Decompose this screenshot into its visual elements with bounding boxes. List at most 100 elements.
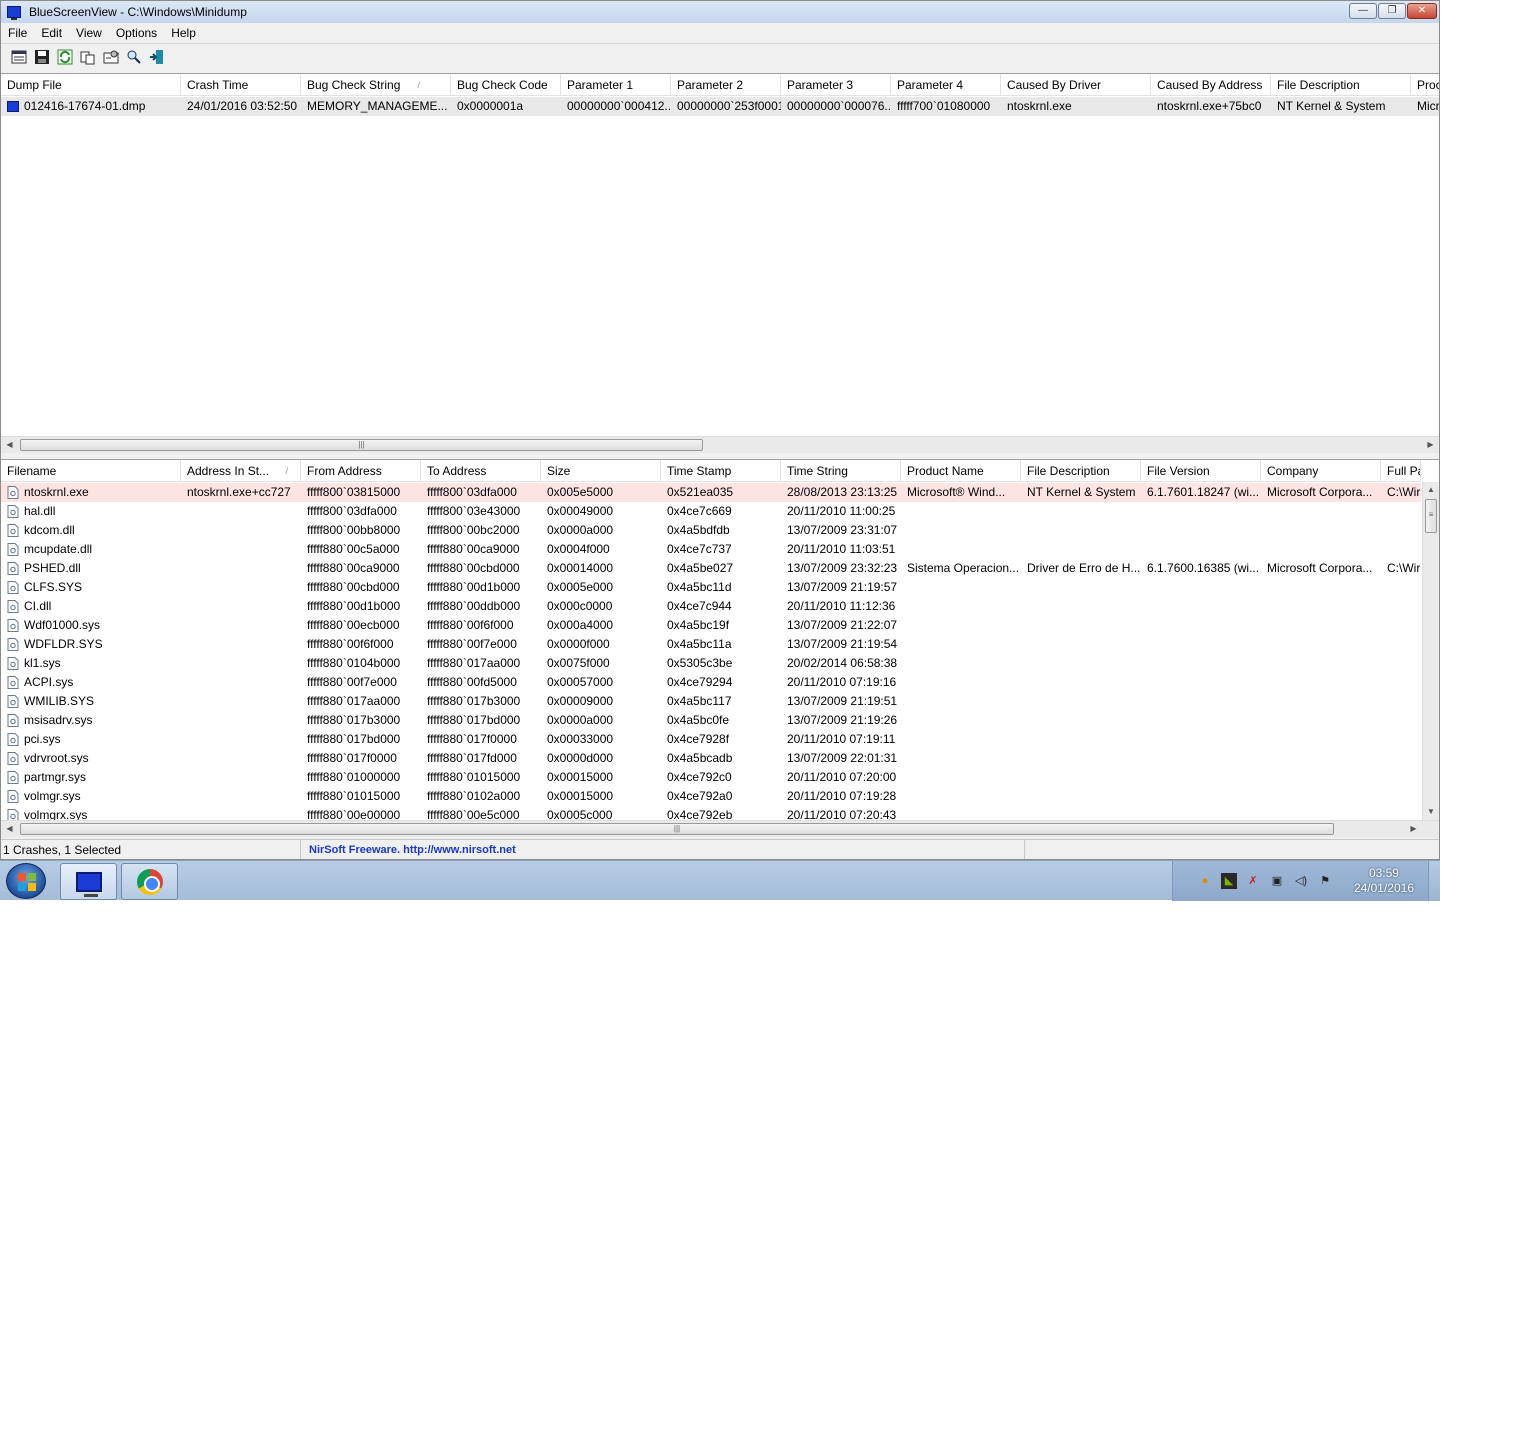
table-row[interactable]: msisadrv.sys fffff880`017b3000 fffff880`01… [1,711,1421,730]
table-row[interactable]: CI.dll fffff880`00d1b000 fffff880`00ddb000… [1,597,1421,616]
cell-file-version [1141,502,1261,521]
taskbar: ● ◣ ✗ ▣ ◁) ⚑ 03:59 24/01/2016 [0,860,1440,901]
column-header-parameter-2[interactable]: Parameter 2 [671,74,781,96]
column-header-parameter-1[interactable]: Parameter 1 [561,74,671,96]
scroll-thumb[interactable]: ≡ [1425,499,1437,533]
table-row[interactable]: ACPI.sys fffff880`00f7e000 fffff880`00fd50… [1,673,1421,692]
cell-file-description: NT Kernel & System [1277,99,1386,113]
column-header-time-string[interactable]: Time String [781,460,901,482]
table-row[interactable]: mcupdate.dll fffff880`00c5a000 fffff880`00… [1,540,1421,559]
table-row[interactable]: partmgr.sys fffff880`01000000 fffff880`010… [1,768,1421,787]
action-center-flag-icon[interactable]: ⚑ [1317,873,1333,889]
table-row[interactable]: WMILIB.SYS fffff880`017aa000 fffff880`017b… [1,692,1421,711]
cell-file-description [1021,768,1141,787]
column-header-filename[interactable]: Filename [1,460,181,482]
cell-full-path: C:\Wir [1387,485,1421,499]
upper-horizontal-scrollbar[interactable]: ◀ ||| ▶ [1,436,1439,453]
cell-size: 0x0000a000 [547,713,614,727]
show-desktop-button[interactable] [1428,861,1440,901]
column-header-file-description[interactable]: File Description [1021,460,1141,482]
cell-file-version [1141,654,1261,673]
bluescreenview-app-icon[interactable] [7,6,21,20]
table-row[interactable]: vdrvroot.sys fffff880`017f0000 fffff880`01… [1,749,1421,768]
column-header-full-path[interactable]: Full Pa [1381,460,1421,482]
scroll-right-icon[interactable]: ▶ [1422,437,1439,453]
column-header-product[interactable]: Proc [1411,74,1439,96]
save-button[interactable] [32,47,51,66]
cell-size: 0x00014000 [547,561,614,575]
table-row[interactable]: Wdf01000.sys fffff880`00ecb000 fffff880`00… [1,616,1421,635]
column-header-parameter-4[interactable]: Parameter 4 [891,74,1001,96]
driver-module-list[interactable]: Filename Address In St... / From Address … [1,459,1439,837]
table-row[interactable]: pci.sys fffff880`017bd000 fffff880`017f000… [1,730,1421,749]
table-row[interactable]: kl1.sys fffff880`0104b000 fffff880`017aa00… [1,654,1421,673]
cell-time-stamp: 0x4a5bc11d [667,580,732,594]
minimize-button[interactable]: — [1349,3,1377,19]
cell-file-version [1141,711,1261,730]
column-header-product-name[interactable]: Product Name [901,460,1021,482]
media-player-icon[interactable]: ● [1197,873,1213,889]
properties-button[interactable] [9,47,28,66]
scroll-right-icon[interactable]: ▶ [1405,821,1422,837]
column-header-file-version[interactable]: File Version [1141,460,1261,482]
maximize-button[interactable]: ❐ [1378,3,1406,19]
scroll-up-icon[interactable]: ▲ [1423,482,1439,498]
table-row[interactable]: kdcom.dll fffff800`00bb8000 fffff800`00bc2… [1,521,1421,540]
column-header-caused-by-driver[interactable]: Caused By Driver [1001,74,1151,96]
menu-options[interactable]: Options [109,26,164,40]
nvidia-icon[interactable]: ◣ [1221,873,1237,889]
table-row[interactable]: WDFLDR.SYS fffff880`00f6f000 fffff880`00f7… [1,635,1421,654]
table-row[interactable]: volmgr.sys fffff880`01015000 fffff880`0102… [1,787,1421,806]
kaspersky-icon[interactable]: ✗ [1245,873,1261,889]
column-header-time-stamp[interactable]: Time Stamp [661,460,781,482]
scroll-thumb[interactable]: ||| [20,823,1334,835]
lower-vertical-scrollbar[interactable]: ▲ ≡ ▼ [1422,482,1439,820]
taskbar-chrome[interactable] [121,863,178,900]
scroll-down-icon[interactable]: ▼ [1423,804,1439,820]
advanced-options-button[interactable] [101,47,120,66]
column-header-address-in-stack[interactable]: Address In St... / [181,460,301,482]
copy-button[interactable] [78,47,97,66]
column-header-parameter-3[interactable]: Parameter 3 [781,74,891,96]
cell-from-address: fffff880`00c5a000 [307,542,400,556]
network-icon[interactable]: ▣ [1269,873,1285,889]
column-header-company[interactable]: Company [1261,460,1381,482]
nirsoft-link[interactable]: NirSoft Freeware. http://www.nirsoft.net [301,839,1025,859]
scroll-left-icon[interactable]: ◀ [1,437,18,453]
column-header-dump-file[interactable]: Dump File [1,74,181,96]
column-header-bug-check-code[interactable]: Bug Check Code [451,74,561,96]
crash-dump-list[interactable]: Dump File Crash Time Bug Check String / B… [1,73,1439,453]
cell-company [1261,711,1381,730]
table-row[interactable]: 012416-17674-01.dmp 24/01/2016 03:52:50 … [1,97,1439,116]
exit-button[interactable] [147,47,166,66]
close-button[interactable]: ✕ [1407,3,1437,19]
menu-file[interactable]: File [1,26,34,40]
refresh-button[interactable] [55,47,74,66]
cell-full-path [1381,502,1421,521]
start-button[interactable] [6,863,46,899]
column-header-caused-by-address[interactable]: Caused By Address [1151,74,1271,96]
table-row[interactable]: PSHED.dll fffff880`00ca9000 fffff880`00cbd… [1,559,1421,578]
column-header-crash-time[interactable]: Crash Time [181,74,301,96]
cell-product-name [901,692,1021,711]
taskbar-bluescreenview[interactable] [60,863,117,900]
menu-edit[interactable]: Edit [34,26,69,40]
scroll-thumb[interactable]: ||| [20,439,703,451]
column-header-size[interactable]: Size [541,460,661,482]
system-clock[interactable]: 03:59 24/01/2016 [1354,866,1414,896]
menu-view[interactable]: View [69,26,109,40]
table-row[interactable]: CLFS.SYS fffff880`00cbd000 fffff880`00d1b0… [1,578,1421,597]
menu-help[interactable]: Help [164,26,203,40]
volume-icon[interactable]: ◁) [1293,873,1309,889]
table-row[interactable]: hal.dll fffff800`03dfa000 fffff800`03e4300… [1,502,1421,521]
column-header-bug-check-string[interactable]: Bug Check String / [301,74,451,96]
title-bar[interactable]: BlueScreenView - C:\Windows\Minidump — ❐… [1,1,1439,23]
cell-file-description [1021,787,1141,806]
find-button[interactable] [124,47,143,66]
column-header-from-address[interactable]: From Address [301,460,421,482]
column-header-file-description[interactable]: File Description [1271,74,1411,96]
scroll-left-icon[interactable]: ◀ [1,821,18,837]
lower-horizontal-scrollbar[interactable]: ◀ ||| ▶ [1,820,1439,837]
column-header-to-address[interactable]: To Address [421,460,541,482]
table-row[interactable]: ntoskrnl.exe ntoskrnl.exe+cc727 fffff800`0… [1,483,1421,502]
